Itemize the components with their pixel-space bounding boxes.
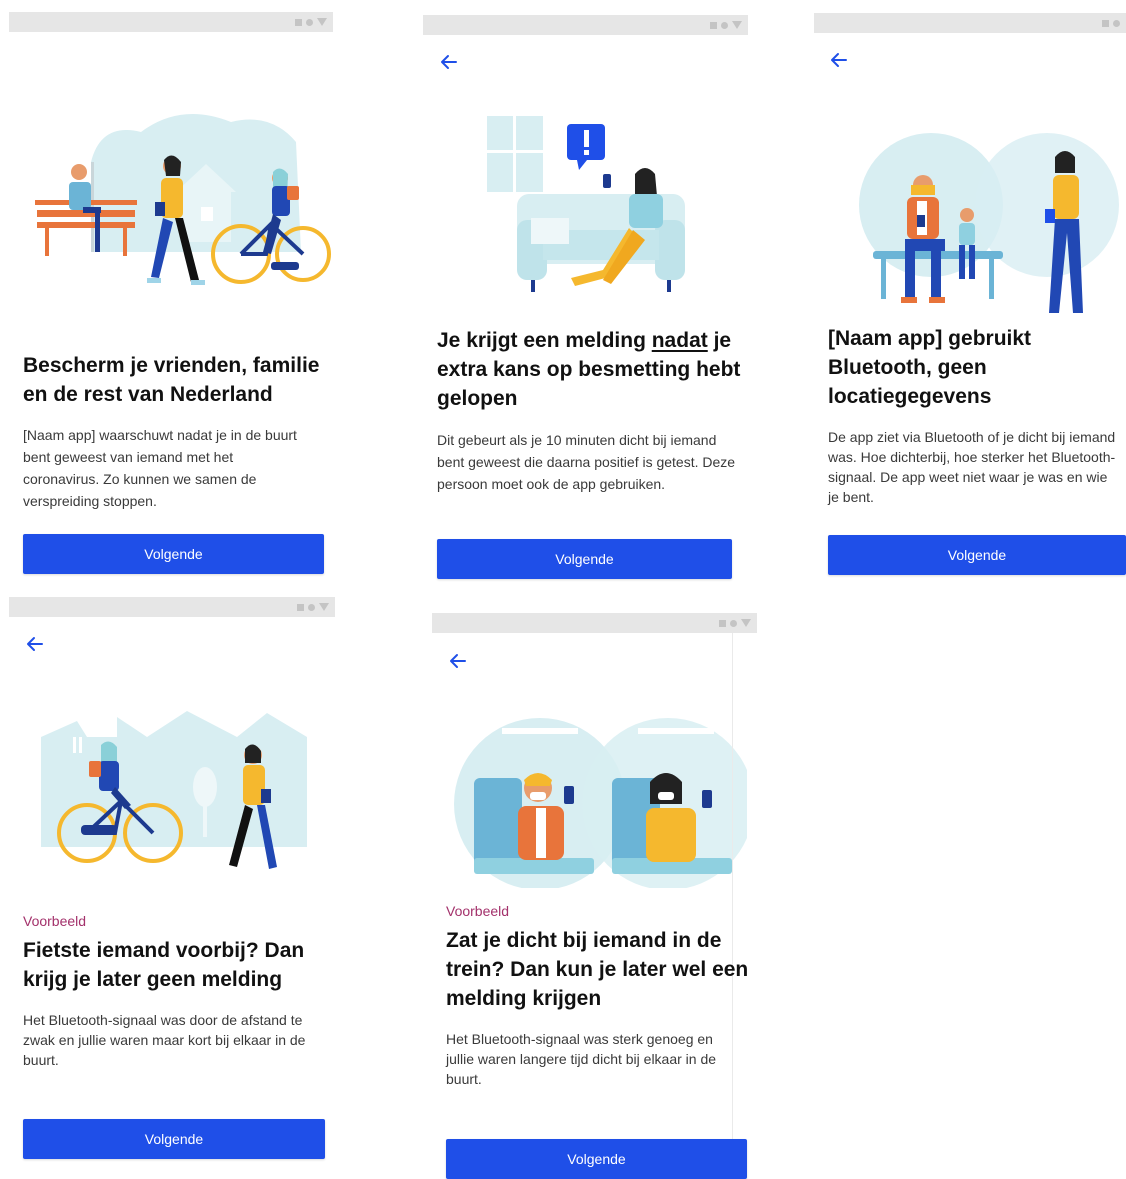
status-bar: [9, 12, 333, 32]
example-label: Voorbeeld: [23, 913, 87, 929]
wifi-icon: [732, 21, 742, 29]
signal-icon: [295, 18, 302, 26]
onboarding-screen-5: Voorbeeld Zat je dicht bij iemand in de …: [432, 613, 757, 1179]
status-bar: [423, 15, 748, 35]
page-description: [Naam app] waarschuwt nadat je in de buu…: [23, 427, 297, 509]
onboarding-screen-2: Je krijgt een melding nadat je extra kan…: [423, 15, 748, 585]
record-icon: [1113, 19, 1120, 27]
onboarding-screen-3: [Naam app] gebruikt Bluetooth, geen loca…: [814, 13, 1126, 583]
page-title: Bescherm je vrienden, familie en de rest…: [23, 354, 320, 406]
title-emphasis: nadat: [651, 329, 708, 352]
back-arrow-icon[interactable]: [828, 49, 850, 71]
wifi-icon: [319, 603, 329, 611]
record-icon: [306, 18, 313, 26]
onboarding-screen-1: Bescherm je vrienden, familie en de rest…: [9, 12, 333, 582]
record-icon: [308, 603, 315, 611]
page-description: De app ziet via Bluetooth of je dicht bi…: [828, 429, 1116, 505]
train-passengers-illustration: [454, 718, 747, 888]
next-button[interactable]: Volgende: [23, 534, 324, 574]
page-title: Fietste iemand voorbij? Dan krijg je lat…: [23, 939, 305, 991]
status-bar: [432, 613, 757, 633]
signal-icon: [710, 21, 717, 29]
cyclist-passing-illustration: [41, 711, 307, 869]
next-button[interactable]: Volgende: [446, 1139, 747, 1179]
example-label: Voorbeeld: [446, 903, 510, 919]
status-bar: [814, 13, 1126, 33]
onboarding-screen-4: Voorbeeld Fietste iemand voorbij? Dan kr…: [9, 597, 335, 1172]
back-arrow-icon[interactable]: [24, 633, 46, 655]
page-description: Dit gebeurt als je 10 minuten dicht bij …: [437, 432, 736, 492]
page-title: Je krijgt een melding nadat je extra kan…: [437, 326, 742, 413]
record-icon: [730, 619, 737, 627]
bluetooth-proximity-illustration: [859, 133, 1119, 313]
back-arrow-icon[interactable]: [438, 51, 460, 73]
signal-icon: [1102, 19, 1109, 27]
page-description: Het Bluetooth-signaal was sterk genoeg e…: [446, 1031, 717, 1087]
page-title: Zat je dicht bij iemand in de trein? Dan…: [446, 929, 749, 1010]
next-button[interactable]: Volgende: [437, 539, 732, 579]
status-bar: [9, 597, 335, 617]
wifi-icon: [741, 619, 751, 627]
woman-on-sofa-illustration: [487, 116, 685, 292]
back-arrow-icon[interactable]: [447, 650, 469, 672]
next-button[interactable]: Volgende: [828, 535, 1126, 575]
page-title: [Naam app] gebruikt Bluetooth, geen loca…: [828, 327, 1032, 408]
signal-icon: [297, 603, 304, 611]
next-button[interactable]: Volgende: [23, 1119, 325, 1159]
record-icon: [721, 21, 728, 29]
signal-icon: [719, 619, 726, 627]
title-part-1: Je krijgt een melding: [437, 329, 652, 352]
page-description: Het Bluetooth-signaal was door de afstan…: [23, 1012, 306, 1068]
people-walking-cycling-illustration: [35, 114, 331, 285]
divider: [732, 633, 733, 1179]
wifi-icon: [317, 18, 327, 26]
